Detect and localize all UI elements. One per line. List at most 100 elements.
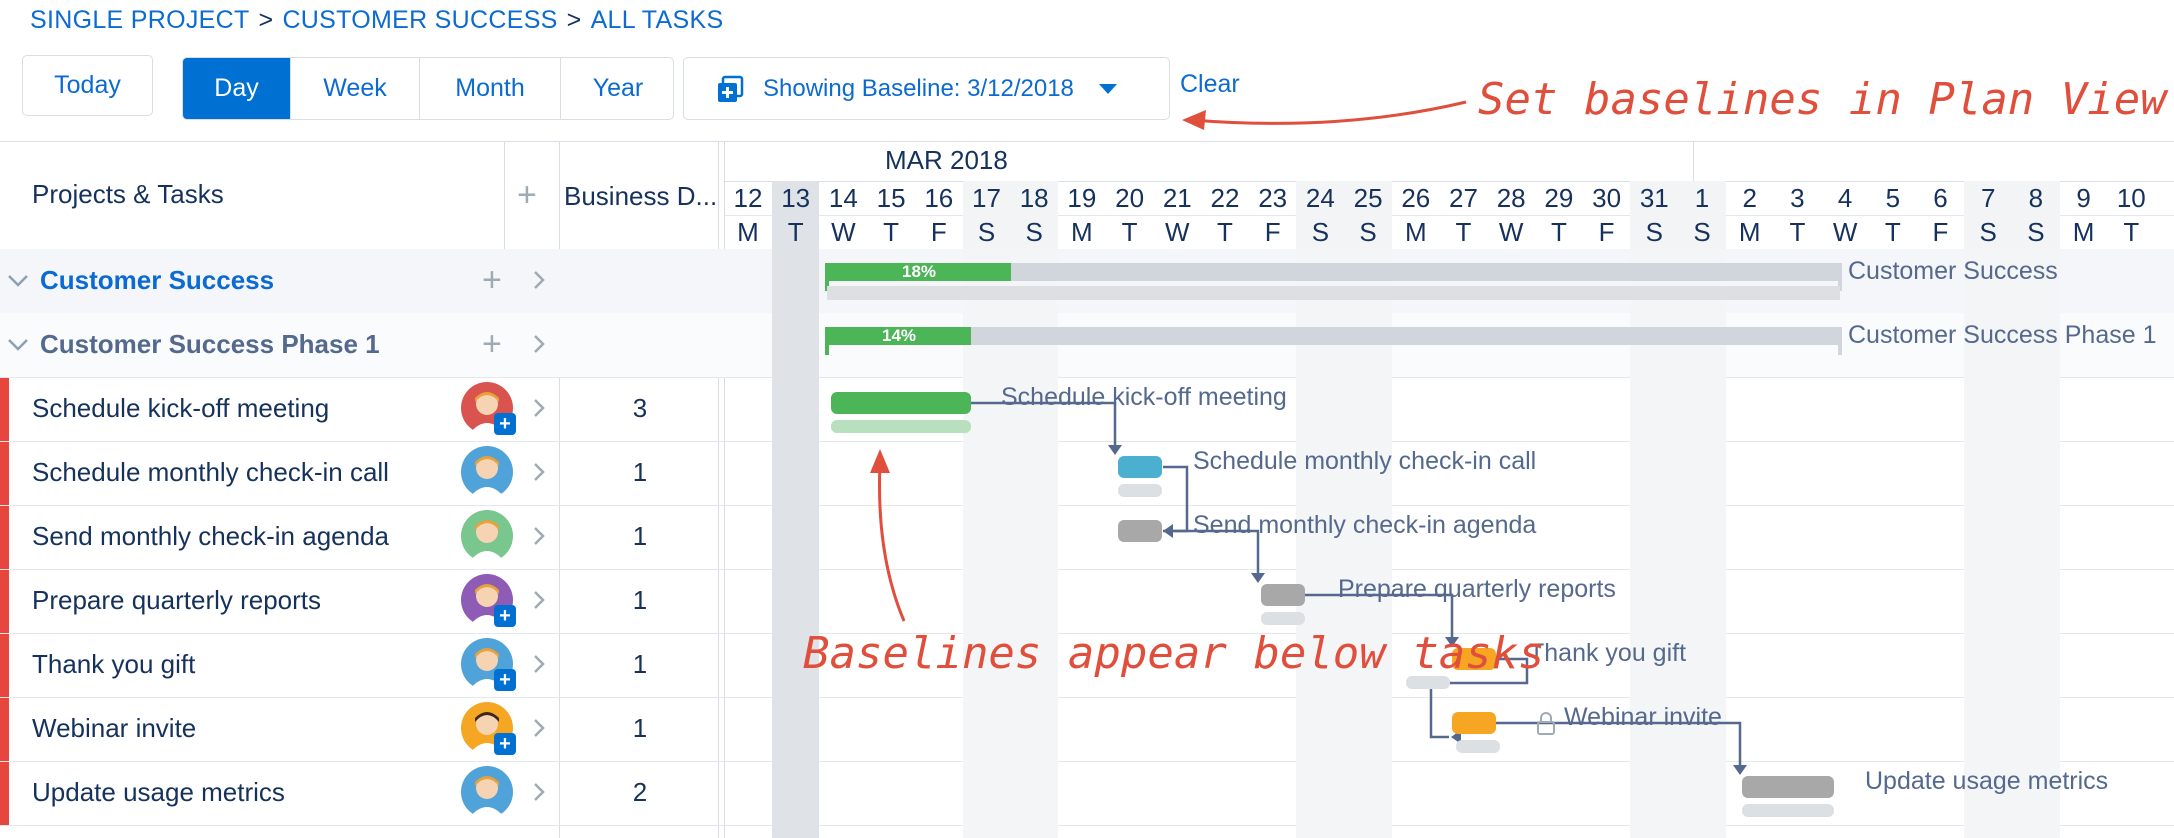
project-summary-bar[interactable] — [827, 327, 1840, 345]
dependency-arrowhead — [1108, 445, 1122, 455]
add-column-icon[interactable]: + — [517, 176, 537, 215]
dependency-arrowhead — [1251, 573, 1265, 583]
project-bar-label: Customer Success Phase 1 — [1848, 321, 2157, 349]
timeline-day-letter: W — [1832, 217, 1858, 247]
task-bar[interactable] — [1261, 584, 1305, 606]
task-baseline-bar — [1456, 740, 1500, 753]
timeline-header: MAR 2018 12 M 13 T 14 W 15 T 16 F 17 S 18 S 19 M 20 T 21 W 2… — [724, 141, 2174, 249]
view-selector: Day Week Month Year — [182, 57, 674, 120]
timeline-day-letter: S — [1359, 217, 1377, 247]
dependency-line — [1163, 465, 1189, 533]
task-status-indicator — [0, 570, 9, 633]
project-progress-label: 18% — [901, 262, 937, 281]
task-status-indicator — [0, 698, 9, 761]
assignee-avatar[interactable] — [461, 766, 513, 818]
view-month-button[interactable]: Month — [419, 58, 560, 119]
task-baseline-bar — [1118, 484, 1162, 497]
timeline-day-letter: M — [1071, 217, 1093, 247]
task-baseline-bar — [1742, 804, 1834, 817]
view-day-button[interactable]: Day — [183, 58, 290, 119]
timeline-day-number: 22 — [1210, 183, 1240, 213]
timeline-day-number: 28 — [1496, 183, 1526, 213]
timeline-day-number: 8 — [2028, 183, 2044, 213]
timeline-day-letter: F — [1598, 217, 1615, 247]
chevron-right-icon[interactable] — [532, 713, 546, 750]
timeline-day-letter: T — [883, 217, 900, 247]
task-bar-label: Thank you gift — [1529, 639, 1687, 667]
task-name[interactable]: Prepare quarterly reports — [32, 585, 321, 616]
view-week-button[interactable]: Week — [290, 58, 419, 119]
task-bar[interactable] — [1118, 456, 1162, 478]
task-name[interactable]: Send monthly check-in agenda — [32, 521, 389, 552]
timeline-day-letter: S — [1311, 217, 1330, 247]
timeline-day-letter: W — [1165, 217, 1190, 247]
breadcrumb-item-customer-success[interactable]: CUSTOMER SUCCESS — [282, 6, 557, 34]
timeline-day-letter: S — [977, 217, 996, 247]
task-bar[interactable] — [1118, 520, 1162, 542]
calendar-baseline-icon — [718, 75, 744, 102]
timeline-day-number: 1 — [1694, 183, 1710, 213]
breadcrumb-item-all-tasks[interactable]: ALL TASKS — [591, 6, 724, 34]
task-bar[interactable] — [1452, 712, 1496, 734]
timeline-day-letter: M — [2072, 217, 2095, 247]
chevron-right-icon[interactable] — [532, 265, 546, 302]
timeline-day-letter: M — [1404, 217, 1427, 247]
task-baseline-bar — [831, 420, 971, 433]
timeline-day-number: 29 — [1544, 183, 1574, 213]
task-bar-label: Prepare quarterly reports — [1338, 575, 1616, 603]
plus-icon: + — [494, 733, 516, 755]
task-name[interactable]: Update usage metrics — [32, 777, 285, 808]
timeline-day-number: 27 — [1449, 183, 1478, 213]
task-bar-label: Schedule monthly check-in call — [1193, 447, 1537, 475]
task-name[interactable]: Thank you gift — [32, 649, 195, 680]
timeline-day-letter: S — [1693, 217, 1711, 247]
timeline-day-letter: F — [930, 217, 947, 247]
chevron-right-icon[interactable] — [532, 329, 546, 366]
timeline-day-number: 31 — [1639, 183, 1669, 213]
add-task-icon[interactable]: + — [482, 261, 502, 300]
add-task-icon[interactable]: + — [482, 325, 502, 364]
chevron-right-icon[interactable] — [532, 777, 546, 814]
task-bar[interactable] — [831, 392, 971, 414]
timeline-day-number: 24 — [1305, 183, 1335, 213]
task-name[interactable]: Schedule monthly check-in call — [32, 457, 389, 488]
chevron-down-icon[interactable] — [6, 265, 30, 302]
assignee-avatar[interactable] — [461, 446, 513, 498]
task-name[interactable]: Webinar invite — [32, 713, 196, 744]
timeline-day-number: 26 — [1401, 183, 1431, 213]
chevron-right-icon[interactable] — [532, 457, 546, 494]
today-button[interactable]: Today — [22, 55, 153, 116]
chevron-right-icon[interactable] — [532, 649, 546, 686]
timeline-day-letter: T — [787, 217, 804, 247]
timeline-day-number: 7 — [1980, 183, 1996, 213]
chevron-right-icon[interactable] — [532, 585, 546, 622]
assignee-avatar[interactable] — [461, 510, 513, 562]
timeline-day-letter: M — [1738, 217, 1761, 247]
baseline-dropdown[interactable]: Showing Baseline: 3/12/2018 — [683, 57, 1170, 120]
plus-icon: + — [494, 669, 516, 691]
task-bar[interactable] — [1742, 776, 1834, 798]
task-name[interactable]: Schedule kick-off meeting — [32, 393, 329, 424]
timeline-day-number: 16 — [924, 183, 954, 213]
task-status-indicator — [0, 442, 9, 505]
business-days-value: 1 — [632, 521, 648, 551]
project-name[interactable]: Customer Success — [40, 265, 274, 296]
column-header-business-days[interactable]: Business D... — [564, 181, 717, 212]
business-days-value: 2 — [632, 777, 648, 807]
timeline-day-letter: T — [1550, 217, 1567, 247]
chevron-right-icon[interactable] — [532, 521, 546, 558]
chevron-right-icon[interactable] — [532, 393, 546, 430]
breadcrumb-item-project[interactable]: SINGLE PROJECT — [30, 6, 250, 34]
view-year-button[interactable]: Year — [560, 58, 673, 119]
timeline-day-number: 20 — [1115, 183, 1145, 213]
timeline-day-number: 6 — [1933, 183, 1948, 213]
project-name[interactable]: Customer Success Phase 1 — [40, 329, 380, 360]
chevron-down-icon[interactable] — [6, 329, 30, 366]
dependency-arrowhead — [1733, 765, 1747, 775]
task-bar-label: Send monthly check-in agenda — [1193, 511, 1537, 539]
timeline-day-number: 30 — [1592, 183, 1622, 213]
timeline-day-number: 13 — [781, 183, 811, 213]
project-bar-label: Customer Success — [1848, 257, 2058, 285]
timeline-day-number: 21 — [1162, 183, 1192, 213]
timeline-day-number: 15 — [876, 183, 906, 213]
